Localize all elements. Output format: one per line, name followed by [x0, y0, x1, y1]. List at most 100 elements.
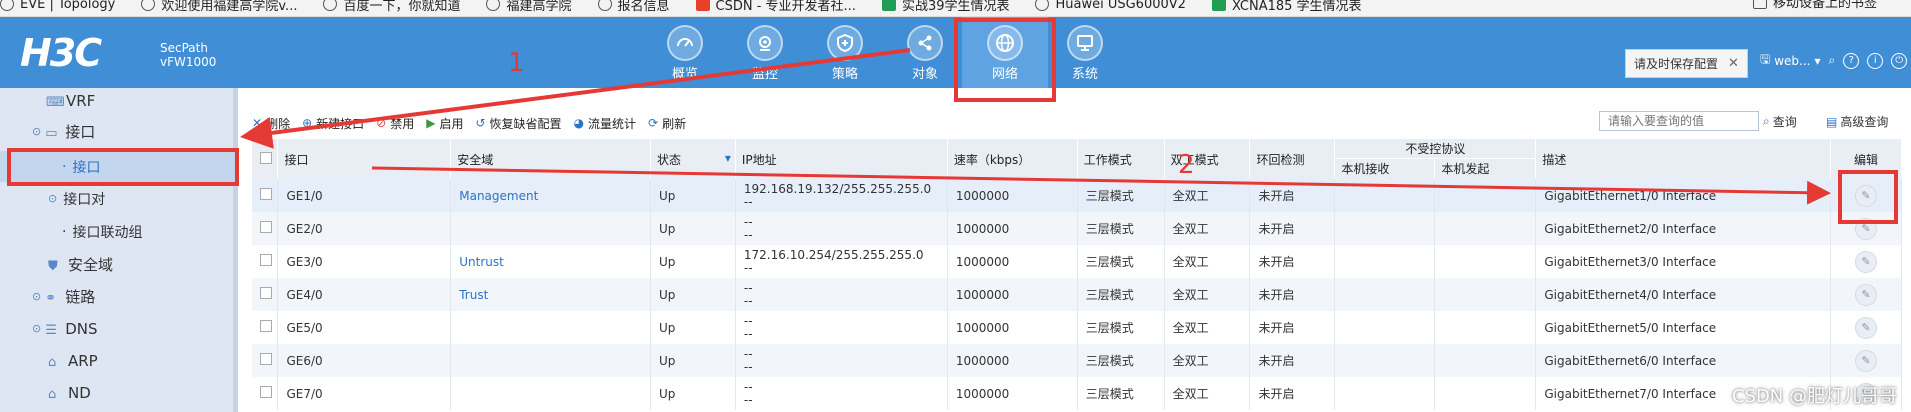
nav-overview[interactable]: 概览 — [650, 17, 720, 88]
sidebar-item-security-zone[interactable]: ⛊ 安全域 — [0, 249, 233, 280]
chevron-down-icon[interactable]: ▾ — [1815, 54, 1821, 68]
row-checkbox[interactable] — [252, 278, 279, 311]
edit-icon[interactable]: ✎ — [1855, 283, 1877, 306]
sheet-icon — [1211, 0, 1226, 11]
col-duplex[interactable]: 双工模式 — [1164, 139, 1251, 179]
edit-icon[interactable]: ✎ — [1855, 250, 1877, 273]
col-rate[interactable]: 速率（kbps） — [947, 139, 1078, 179]
close-icon[interactable]: ✕ — [1728, 56, 1739, 71]
edit-icon[interactable]: ✎ — [1855, 349, 1877, 372]
bookmark-item[interactable]: 欢迎使用福建高学院v... — [141, 0, 297, 14]
bookmark-item[interactable]: CSDN - 专业开发者社... — [695, 0, 856, 14]
cell-zone[interactable]: Trust — [450, 278, 652, 311]
col-local-rx[interactable]: 本机接收 — [1335, 159, 1436, 179]
cell-edit: ✎ — [1830, 245, 1902, 278]
table-row[interactable]: GE5/0 Up -- -- 1000000 三层模式 全双工 未开启 Gigab… — [252, 311, 1902, 344]
row-checkbox[interactable] — [252, 377, 279, 410]
row-checkbox[interactable] — [252, 311, 279, 344]
table-row[interactable]: GE3/0 Untrust Up 172.16.10.254/255.255.2… — [252, 245, 1902, 278]
row-checkbox[interactable] — [252, 344, 279, 377]
bookmark-item[interactable]: 实战39学生情况表 — [881, 0, 1009, 14]
col-local-tx[interactable]: 本机发起 — [1435, 159, 1535, 179]
table-row[interactable]: GE4/0 Trust Up -- -- 1000000 三层模式 全双工 未开启… — [252, 278, 1902, 311]
cell-rate: 1000000 — [947, 344, 1078, 377]
search-input[interactable] — [1599, 111, 1759, 131]
col-status[interactable]: 状态 ▾ — [650, 139, 736, 179]
nav-system[interactable]: 系统 — [1050, 17, 1120, 88]
row-checkbox[interactable] — [252, 245, 279, 278]
save-reminder-tooltip: 请及时保存配置 ✕ — [1625, 49, 1748, 78]
cell-zone[interactable] — [450, 377, 652, 410]
info-icon[interactable]: i — [1867, 52, 1884, 69]
cell-mode: 三层模式 — [1077, 179, 1165, 212]
sidebar-item-interface-linkage[interactable]: · 接口联动组 — [0, 216, 233, 247]
save-icon[interactable]: 🖫 — [1760, 50, 1770, 71]
interface-icon: ▭ — [45, 125, 58, 141]
col-zone[interactable]: 安全域 — [450, 139, 652, 179]
cell-rate: 1000000 — [947, 278, 1078, 311]
cell-status: Up — [650, 377, 736, 410]
sidebar-group-interface[interactable]: ⊙ ▭ 接口 — [0, 116, 233, 147]
cell-interface: GE7/0 — [277, 377, 452, 410]
delete-button[interactable]: ✕ 删除 — [252, 115, 290, 132]
cell-loop: 未开启 — [1249, 311, 1336, 344]
cell-status: Up — [650, 344, 736, 377]
col-loop[interactable]: 环回检测 — [1249, 139, 1336, 179]
col-ip[interactable]: IP地址 — [735, 139, 948, 179]
row-checkbox[interactable] — [252, 212, 279, 245]
col-interface[interactable]: 接口 — [277, 139, 452, 179]
cell-zone[interactable] — [450, 344, 652, 377]
search-icon[interactable]: ⌕ — [1829, 53, 1836, 68]
bookmark-item[interactable]: EVE | Topology — [0, 0, 115, 12]
restore-default-button[interactable]: ↺ 恢复缺省配置 — [475, 115, 561, 132]
col-description[interactable]: 描述 — [1535, 139, 1832, 179]
power-icon[interactable]: ⏻ — [1891, 52, 1908, 69]
cell-zone[interactable]: Management — [450, 179, 652, 212]
user-menu[interactable]: web... — [1774, 54, 1810, 68]
bookmark-item[interactable]: 百度一下，你就知道 — [323, 0, 460, 14]
cell-duplex: 全双工 — [1164, 377, 1251, 410]
refresh-button[interactable]: ⟳ 刷新 — [648, 115, 686, 132]
bookmark-item[interactable]: Huawei USG6000V2 — [1035, 0, 1186, 12]
traffic-stats-button[interactable]: ◕ 流量统计 — [574, 115, 637, 132]
search-button[interactable]: ⌕ 查询 — [1763, 113, 1797, 130]
table-header: 接口 安全域 状态 ▾ IP地址 速率（kbps） 工作模式 双工模式 环回检测 … — [252, 139, 1902, 179]
bookmark-item[interactable]: XCNA185 学生情况表 — [1211, 0, 1362, 14]
nav-monitor[interactable]: 监控 — [730, 17, 800, 88]
table-row[interactable]: GE2/0 Up -- -- 1000000 三层模式 全双工 未开启 Gigab… — [252, 212, 1902, 245]
cell-description: GigabitEthernet1/0 Interface — [1535, 179, 1832, 212]
help-icon[interactable]: ? — [1843, 52, 1860, 69]
table-row[interactable]: GE1/0 Management Up 192.168.19.132/255.2… — [252, 179, 1902, 212]
cell-zone[interactable] — [450, 212, 652, 245]
sidebar-item-nd[interactable]: ⌂ ND — [0, 377, 233, 408]
table-row[interactable]: GE6/0 Up -- -- 1000000 三层模式 全双工 未开启 Gigab… — [252, 344, 1902, 377]
bookmark-item[interactable]: 报名信息 — [597, 0, 670, 14]
arp-icon: ⌂ — [48, 354, 57, 370]
create-button[interactable]: ⊕ 新建接口 — [302, 115, 364, 132]
dashboard-icon — [667, 25, 703, 61]
mobile-bookmarks[interactable]: 移动设备上的书签 — [1752, 0, 1877, 11]
sidebar-item-link[interactable]: ⊙ ⚭ 链路 — [0, 281, 233, 312]
bookmark-item[interactable]: 福建高学院 — [486, 0, 572, 14]
cell-zone[interactable]: Untrust — [450, 245, 652, 278]
sidebar-item-dns[interactable]: ⊙ ☰ DNS — [0, 313, 233, 344]
edit-icon[interactable]: ✎ — [1855, 316, 1877, 339]
nav-object[interactable]: 对象 — [890, 17, 960, 88]
sidebar-item-arp[interactable]: ⌂ ARP — [0, 345, 233, 376]
sort-down-icon[interactable]: ▾ — [725, 151, 731, 165]
sidebar-item-vrf[interactable]: ⌨ VRF — [0, 85, 233, 116]
disable-button[interactable]: ⊘ 禁用 — [376, 115, 414, 132]
cell-zone[interactable] — [450, 311, 652, 344]
enable-button[interactable]: ▶ 启用 — [426, 115, 463, 132]
cell-loop: 未开启 — [1249, 377, 1336, 410]
nav-policy[interactable]: 策略 — [810, 17, 880, 88]
sidebar-item-interface-pair[interactable]: ⊙ 接口对 — [0, 183, 233, 214]
row-checkbox[interactable] — [252, 179, 279, 212]
interface-table: 接口 安全域 状态 ▾ IP地址 速率（kbps） 工作模式 双工模式 环回检测 … — [252, 139, 1902, 410]
col-mode[interactable]: 工作模式 — [1077, 139, 1165, 179]
table-row[interactable]: GE7/0 Up -- -- 1000000 三层模式 全双工 未开启 Gigab… — [252, 377, 1902, 410]
select-all-checkbox[interactable] — [252, 139, 279, 179]
advanced-search-button[interactable]: ▤ 高级查询 — [1826, 113, 1888, 130]
cell-ip: 172.16.10.254/255.255.255.0 -- — [735, 245, 948, 278]
cell-uncontrolled — [1334, 311, 1537, 344]
